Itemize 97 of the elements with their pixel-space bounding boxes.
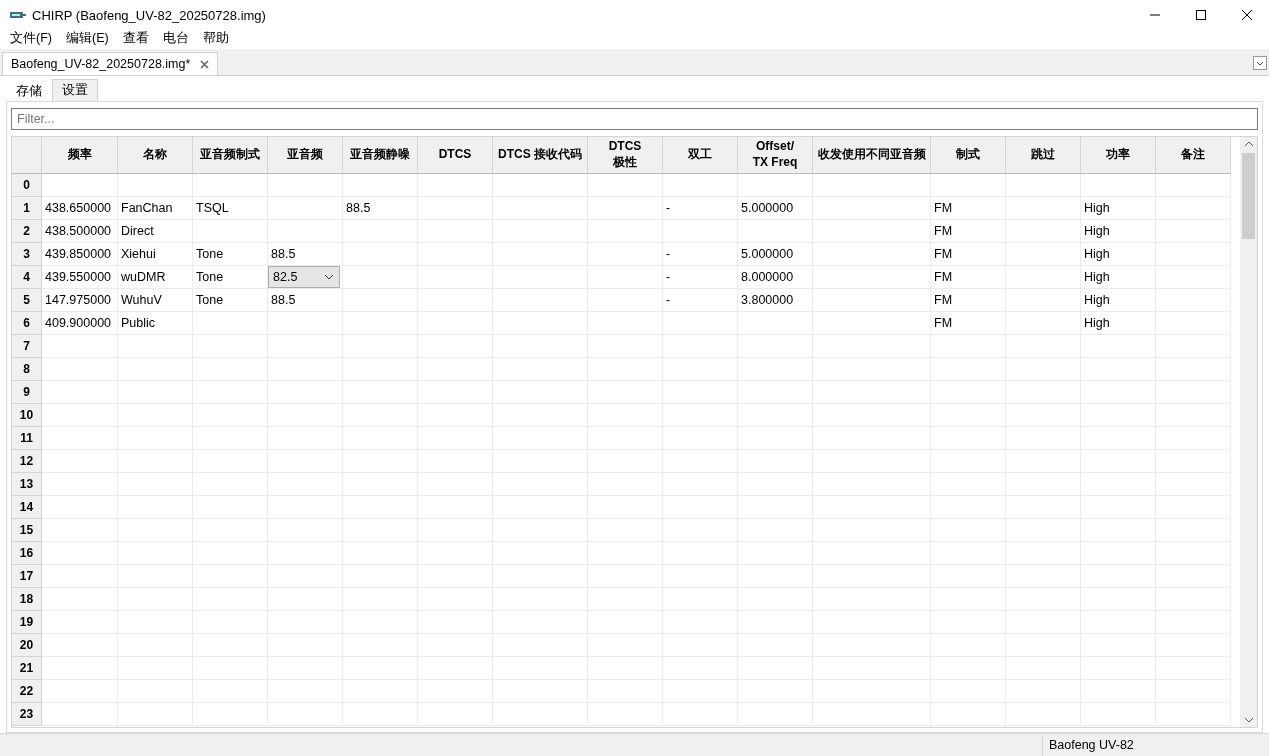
table-cell: 88.5 <box>343 197 418 220</box>
window-title: CHIRP (Baofeng_UV-82_20250728.img) <box>32 7 266 23</box>
status-text: Baofeng UV-82 <box>1042 734 1269 756</box>
column-header[interactable]: 频率 <box>42 137 118 174</box>
table-cell: FM <box>931 197 1006 220</box>
table-cell: FanChan <box>118 197 193 220</box>
column-header[interactable]: DTCS 接收代码 <box>493 137 588 174</box>
column-header[interactable]: 名称 <box>118 137 193 174</box>
table-cell: wuDMR <box>118 266 193 289</box>
row-header[interactable]: 23 <box>12 703 42 726</box>
table-cell: 8.000000 <box>738 266 813 289</box>
table-cell: Xiehui <box>118 243 193 266</box>
menu-item[interactable]: 文件(F) <box>10 30 52 47</box>
row-header[interactable]: 8 <box>12 358 42 381</box>
row-header[interactable]: 11 <box>12 427 42 450</box>
column-header[interactable]: 制式 <box>931 137 1006 174</box>
table-cell: Direct <box>118 220 193 243</box>
row-header[interactable]: 4 <box>12 266 42 289</box>
row-header[interactable]: 10 <box>12 404 42 427</box>
scrollbar-thumb[interactable] <box>1242 153 1255 239</box>
table-cell: TSQL <box>193 197 268 220</box>
table-cell: Tone <box>193 243 268 266</box>
row-header[interactable]: 1 <box>12 197 42 220</box>
table-cell: FM <box>931 266 1006 289</box>
column-header[interactable]: 亚音频制式 <box>193 137 268 174</box>
table-cell: 147.975000 <box>42 289 118 312</box>
table-cell: - <box>663 266 738 289</box>
menu-item[interactable]: 帮助 <box>202 30 229 47</box>
filter-field[interactable]: Filter... <box>11 108 1258 130</box>
table-cell: WuhuV <box>118 289 193 312</box>
dropdown-icon[interactable] <box>1253 56 1267 70</box>
table-cell: High <box>1081 289 1156 312</box>
row-header[interactable]: 6 <box>12 312 42 335</box>
table-cell: FM <box>931 220 1006 243</box>
row-header[interactable]: 14 <box>12 496 42 519</box>
row-header[interactable]: 5 <box>12 289 42 312</box>
row-header[interactable]: 0 <box>12 174 42 197</box>
menu-item[interactable]: 电台 <box>162 30 189 47</box>
column-header[interactable]: 备注 <box>1156 137 1231 174</box>
row-header[interactable]: 2 <box>12 220 42 243</box>
table-cell: 439.850000 <box>42 243 118 266</box>
row-header[interactable]: 18 <box>12 588 42 611</box>
maximize-icon[interactable] <box>1195 9 1207 21</box>
table-cell: - <box>663 243 738 266</box>
table-cell: High <box>1081 243 1156 266</box>
table-cell: FM <box>931 289 1006 312</box>
table-cell: High <box>1081 220 1156 243</box>
row-header[interactable]: 9 <box>12 381 42 404</box>
row-header[interactable]: 20 <box>12 634 42 657</box>
table-cell: 88.5 <box>268 289 343 312</box>
chevron-icon <box>324 274 334 280</box>
row-header[interactable]: 22 <box>12 680 42 703</box>
table-cell: 409.900000 <box>42 312 118 335</box>
scrollbar[interactable] <box>1240 137 1257 727</box>
table-cell: 3.800000 <box>738 289 813 312</box>
column-header[interactable]: 功率 <box>1081 137 1156 174</box>
row-header[interactable]: 12 <box>12 450 42 473</box>
column-header[interactable]: 跳过 <box>1006 137 1081 174</box>
menu-item[interactable]: 编辑(E) <box>65 30 109 47</box>
dropdown-value: 82.5 <box>273 270 298 284</box>
table-cell: Public <box>118 312 193 335</box>
row-header[interactable]: 19 <box>12 611 42 634</box>
row-header[interactable]: 21 <box>12 657 42 680</box>
scroll-up-icon[interactable] <box>1243 141 1254 147</box>
row-header[interactable]: 7 <box>12 335 42 358</box>
table-cell: 439.550000 <box>42 266 118 289</box>
row-header[interactable]: 17 <box>12 565 42 588</box>
table-cell: 438.650000 <box>42 197 118 220</box>
table-cell: 438.500000 <box>42 220 118 243</box>
table-cell: High <box>1081 312 1156 335</box>
dropdown-field[interactable]: 82.5 <box>268 266 340 288</box>
table-cell: FM <box>931 312 1006 335</box>
row-header[interactable]: 16 <box>12 542 42 565</box>
column-header[interactable]: 双工 <box>663 137 738 174</box>
column-header[interactable]: Offset/ TX Freq <box>738 137 813 174</box>
table-cell: FM <box>931 243 1006 266</box>
document-tab[interactable]: Baofeng_UV-82_20250728.img* <box>2 52 219 75</box>
table-cell: Tone <box>193 289 268 312</box>
column-header[interactable]: 收发使用不同亚音频 <box>813 137 931 174</box>
column-header[interactable]: 亚音频静噪 <box>343 137 418 174</box>
row-header[interactable]: 15 <box>12 519 42 542</box>
table-cell: High <box>1081 197 1156 220</box>
table-cell: 5.000000 <box>738 197 813 220</box>
table-cell: - <box>663 289 738 312</box>
row-header[interactable]: 13 <box>12 473 42 496</box>
tab[interactable]: 设置 <box>52 79 98 101</box>
table-cell: 5.000000 <box>738 243 813 266</box>
scroll-down-icon[interactable] <box>1243 717 1254 723</box>
table-cell: High <box>1081 266 1156 289</box>
table-cell: - <box>663 197 738 220</box>
row-header[interactable]: 3 <box>12 243 42 266</box>
column-header[interactable]: 亚音频 <box>268 137 343 174</box>
column-header[interactable]: DTCS <box>418 137 493 174</box>
menu-item[interactable]: 查看 <box>122 30 149 47</box>
close-icon[interactable] <box>1241 9 1253 21</box>
column-header[interactable]: DTCS 极性 <box>588 137 663 174</box>
app-icon <box>10 11 26 19</box>
